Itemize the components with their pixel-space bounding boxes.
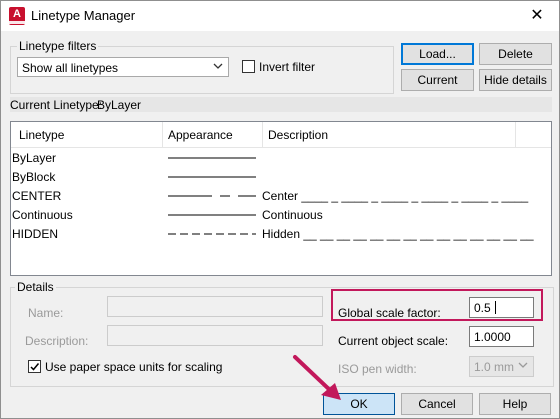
table-row[interactable]: ByBlock [11, 168, 551, 187]
current-linetype-value: ByLayer [97, 98, 142, 112]
linetype-appearance-center [168, 195, 256, 197]
iso-pen-width-value: 1.0 mm [474, 360, 515, 374]
title-bar: A Linetype Manager ✕ [1, 1, 559, 31]
name-label: Name: [28, 306, 64, 320]
column-divider[interactable] [162, 122, 163, 147]
description-field[interactable] [107, 325, 323, 346]
linetype-filters-label: Linetype filters [17, 39, 99, 53]
help-button[interactable]: Help [479, 393, 551, 415]
chevron-down-icon [518, 362, 528, 368]
hide-details-button[interactable]: Hide details [479, 69, 552, 91]
linetype-name: ByLayer [12, 151, 57, 165]
current-object-scale-label: Current object scale: [338, 334, 449, 348]
checkmark-icon [30, 363, 40, 371]
column-header-description[interactable]: Description [268, 128, 328, 142]
annotation-highlight-box [331, 289, 543, 321]
load-button[interactable]: Load... [401, 43, 474, 65]
current-linetype-label: Current Linetype: [10, 98, 103, 112]
cancel-button[interactable]: Cancel [401, 393, 473, 415]
paper-space-checkbox[interactable] [28, 360, 41, 373]
table-row[interactable]: CENTER Center ____ _ ____ _ ____ _ ____ … [11, 187, 551, 206]
linetype-name: HIDDEN [12, 227, 59, 241]
linetype-appearance-solid [168, 157, 256, 159]
invert-filter-checkbox[interactable] [242, 60, 255, 73]
column-divider[interactable] [262, 122, 263, 147]
current-object-scale-value: 1.0000 [474, 330, 511, 344]
linetype-appearance-solid [168, 214, 256, 216]
autocad-app-icon: A [9, 7, 25, 25]
chevron-down-icon [213, 63, 223, 69]
close-icon[interactable]: ✕ [522, 3, 552, 29]
linetype-name: Continuous [12, 208, 73, 222]
list-header: Linetype Appearance Description [11, 122, 551, 148]
linetype-description: Center ____ _ ____ _ ____ _ ____ _ ____ … [262, 189, 529, 203]
window-title: Linetype Manager [31, 8, 136, 23]
column-header-appearance[interactable]: Appearance [168, 128, 233, 142]
details-label: Details [15, 280, 56, 294]
name-field[interactable] [107, 296, 323, 317]
current-object-scale-input[interactable]: 1.0000 [469, 326, 534, 347]
invert-filter-label: Invert filter [259, 60, 316, 74]
delete-button[interactable]: Delete [479, 43, 552, 65]
linetype-manager-dialog: A Linetype Manager ✕ Linetype filters Sh… [0, 0, 560, 419]
linetype-appearance-hidden [168, 233, 256, 235]
iso-pen-width-label: ISO pen width: [338, 362, 417, 376]
column-header-linetype[interactable]: Linetype [19, 128, 64, 142]
current-linetype-bar: Current Linetype: ByLayer [10, 97, 552, 112]
linetype-description: Hidden __ __ __ __ __ __ __ __ __ __ __ … [262, 227, 534, 241]
description-label: Description: [25, 334, 89, 348]
linetype-list[interactable]: Linetype Appearance Description ByLayer … [10, 121, 552, 276]
table-row[interactable]: Continuous Continuous [11, 206, 551, 225]
linetype-filter-value: Show all linetypes [22, 61, 119, 75]
table-row[interactable]: HIDDEN Hidden __ __ __ __ __ __ __ __ __… [11, 225, 551, 244]
column-divider[interactable] [515, 122, 516, 147]
linetype-appearance-solid [168, 176, 256, 178]
linetype-name: CENTER [12, 189, 62, 203]
annotation-arrow-icon [293, 355, 341, 400]
linetype-description: Continuous [262, 208, 323, 222]
table-row[interactable]: ByLayer [11, 149, 551, 168]
current-button[interactable]: Current [401, 69, 474, 91]
iso-pen-width-select[interactable]: 1.0 mm [469, 356, 534, 377]
paper-space-label: Use paper space units for scaling [45, 360, 223, 374]
linetype-name: ByBlock [12, 170, 56, 184]
linetype-filter-select[interactable]: Show all linetypes [17, 57, 229, 77]
